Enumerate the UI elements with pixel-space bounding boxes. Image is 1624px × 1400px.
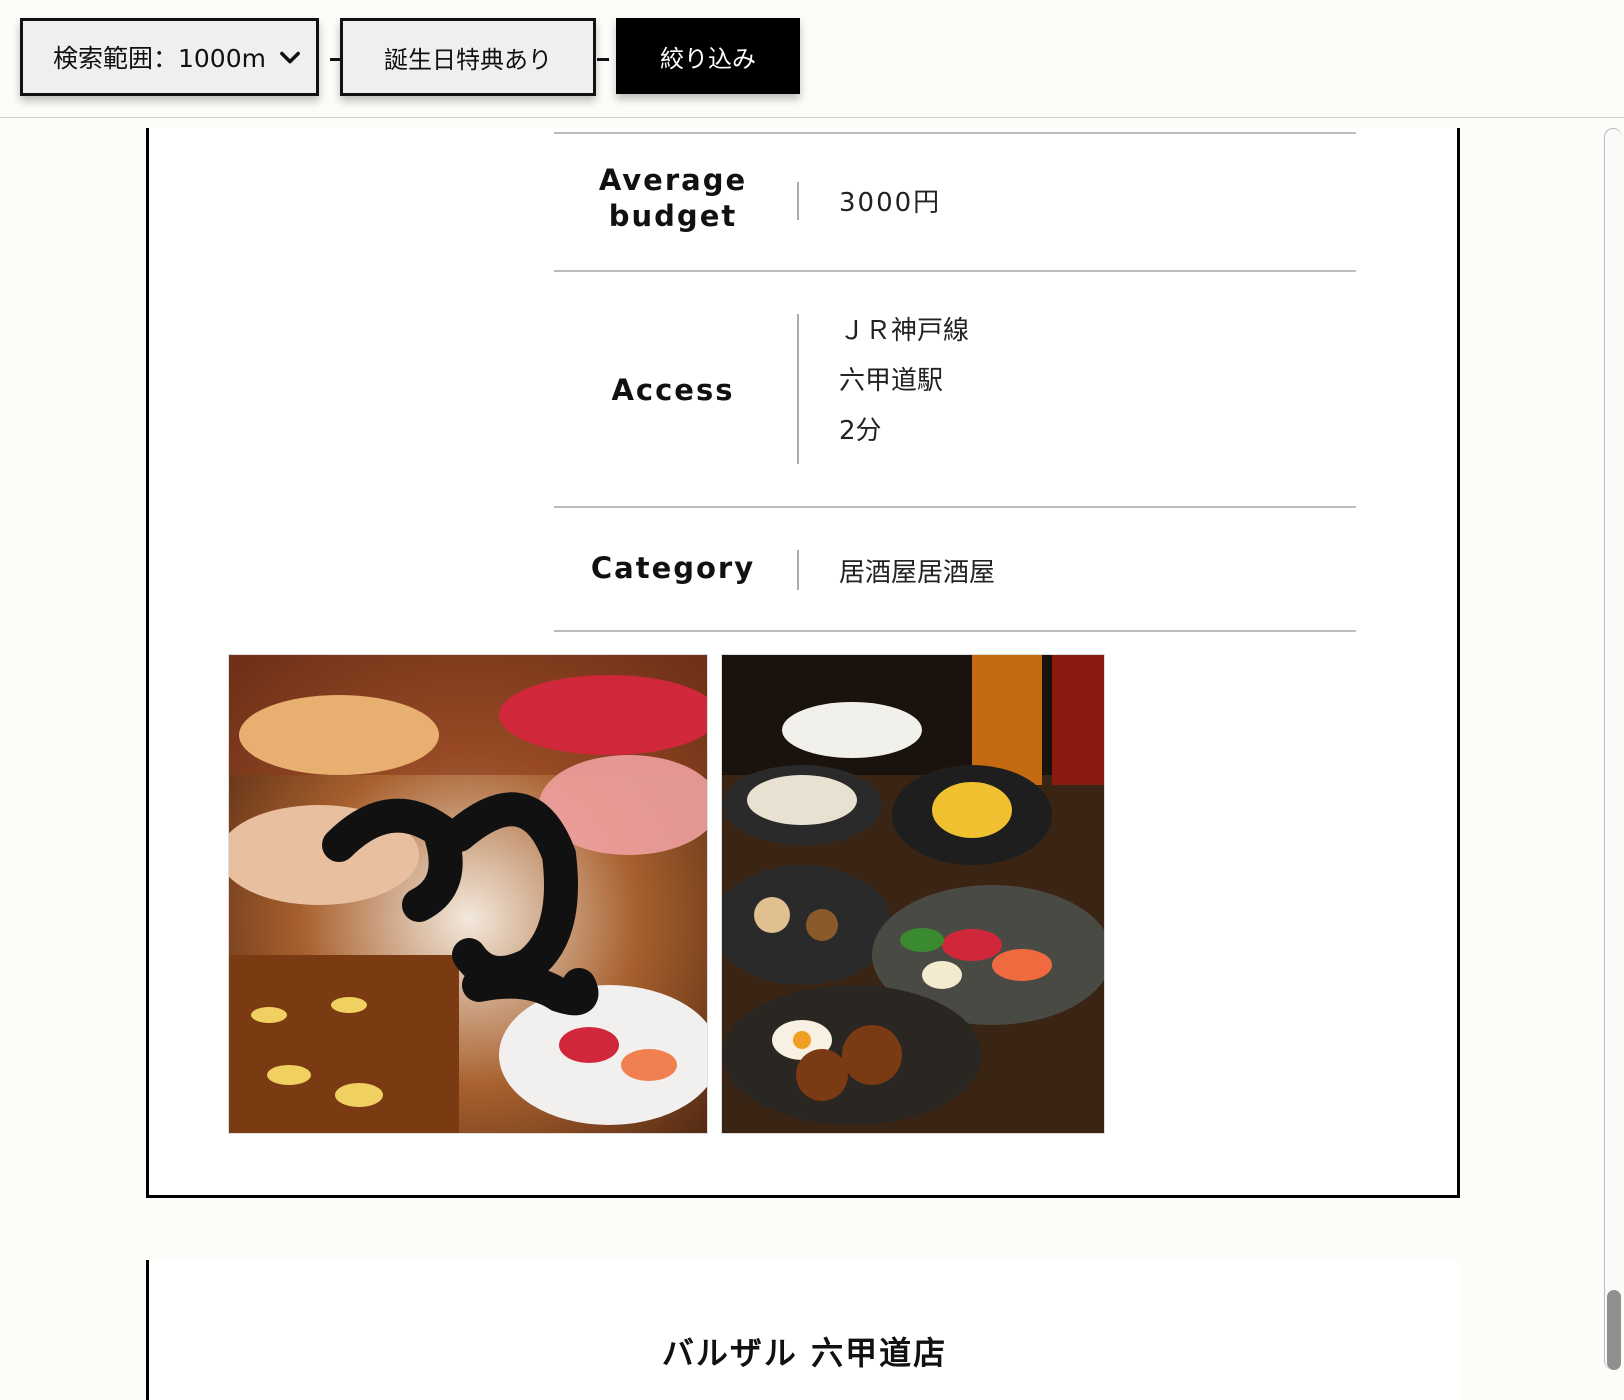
shop-photo-course-image: [722, 655, 1104, 1133]
scrollbar-thumb[interactable]: [1607, 1290, 1621, 1370]
shop-photo-main-image: [229, 655, 707, 1133]
access-label: Access: [611, 373, 735, 407]
shop-photo-course: [721, 654, 1105, 1134]
shop-name: バルザル 六甲道店: [661, 1334, 948, 1372]
access-line: ＪＲ神戸線: [839, 316, 970, 346]
filter-bar: 検索範囲：1000m 誕生日特典あり 絞り込み: [0, 0, 1624, 118]
column-separator: [797, 182, 799, 220]
access-line: 六甲道駅: [839, 366, 944, 396]
shop-photo-main: [228, 654, 708, 1134]
category-label: Category: [590, 551, 756, 585]
search-range-select[interactable]: 検索範囲：1000m: [20, 18, 319, 96]
divider: [554, 506, 1356, 508]
divider: [554, 630, 1356, 632]
search-range-label: 検索範囲：1000m: [53, 44, 266, 73]
connector-line: [597, 58, 609, 61]
access-line: 2分: [839, 416, 882, 446]
next-shop-card: バルザル 六甲道店: [146, 1260, 1460, 1400]
filter-submit-button[interactable]: 絞り込み: [616, 18, 800, 94]
budget-value: 3000円: [839, 188, 942, 218]
access-value: ＪＲ神戸線 六甲道駅 2分: [839, 306, 969, 456]
scrollbar-track[interactable]: [1604, 128, 1622, 1370]
budget-label: Average budget: [598, 163, 748, 234]
birthday-benefit-label: 誕生日特典あり: [384, 45, 552, 74]
shop-card: Average budget 3000円 Access ＪＲ神戸線 六甲道駅 2…: [146, 128, 1460, 1198]
chevron-down-icon: [280, 51, 300, 64]
category-value: 居酒屋居酒屋: [839, 558, 996, 588]
divider: [554, 270, 1356, 272]
filter-submit-label: 絞り込み: [660, 44, 756, 73]
birthday-benefit-button[interactable]: 誕生日特典あり: [340, 18, 596, 96]
divider: [554, 132, 1356, 134]
column-separator: [797, 550, 799, 590]
column-separator: [797, 314, 799, 464]
